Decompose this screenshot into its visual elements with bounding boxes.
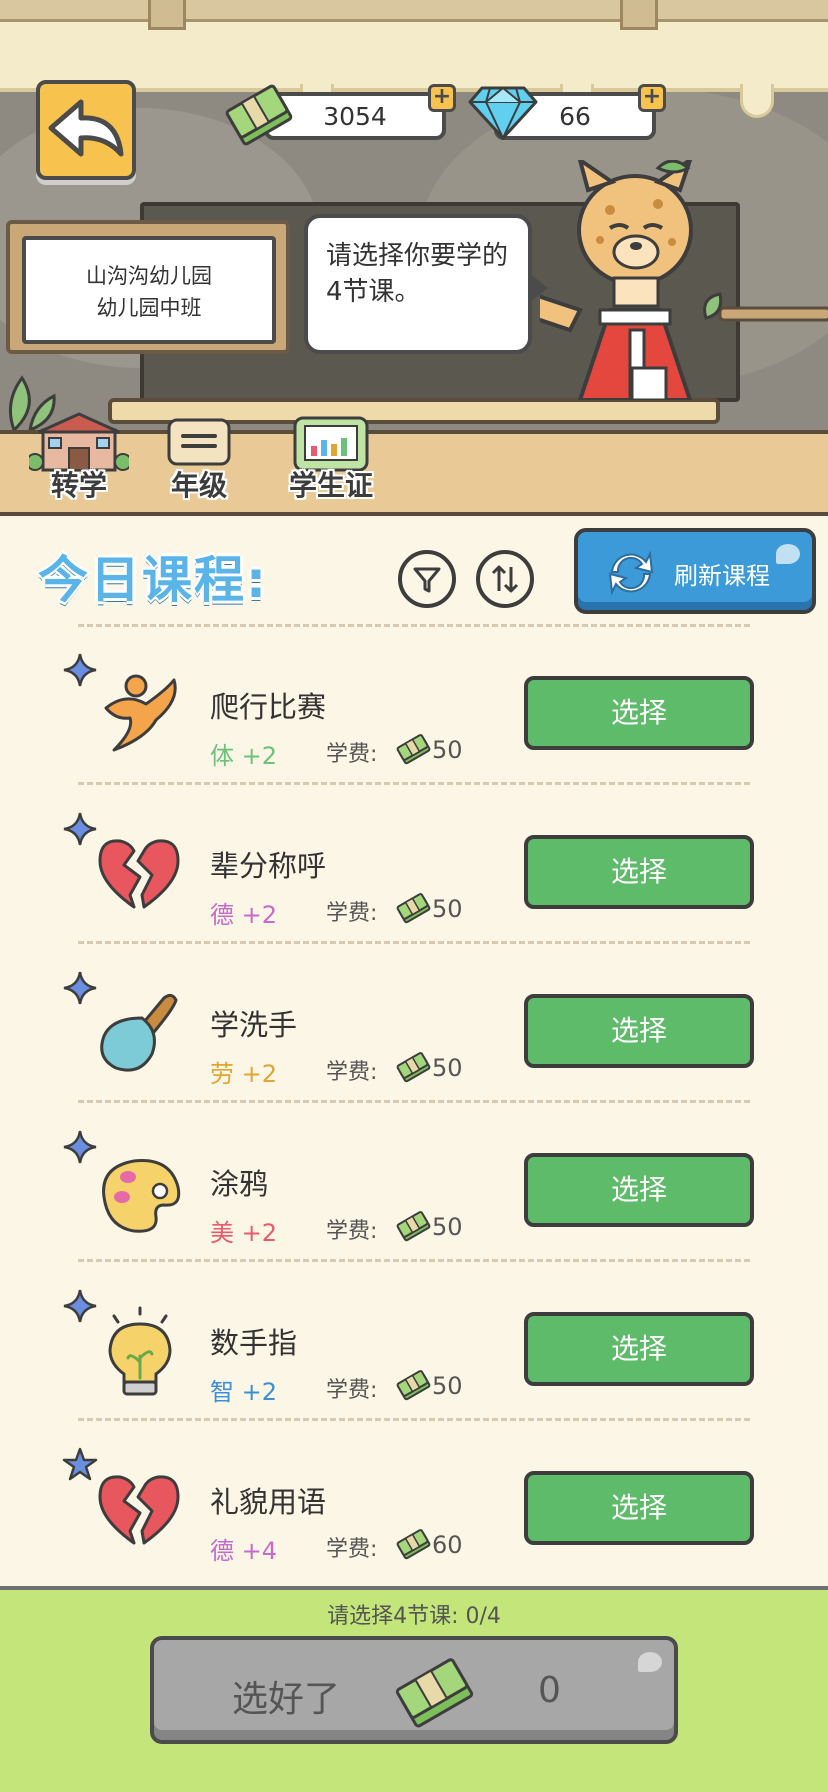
- select-course-button[interactable]: 选择: [524, 1153, 754, 1227]
- diamond-icon: [468, 86, 538, 140]
- running-person-icon: [104, 674, 177, 752]
- select-course-button[interactable]: 选择: [524, 835, 754, 909]
- sparkle-icon: [63, 1130, 97, 1164]
- course-name: 数手指: [210, 1326, 298, 1360]
- course-name: 礼貌用语: [210, 1485, 327, 1519]
- beam-post: [148, 0, 186, 30]
- cash-stack-icon: [395, 1658, 474, 1728]
- cash-stack-icon: [396, 734, 431, 765]
- filter-icon: [413, 567, 441, 593]
- course-fee: 50: [432, 736, 463, 764]
- school-building-icon: [29, 412, 129, 472]
- button-shine: [638, 1652, 662, 1672]
- filter-button[interactable]: [398, 550, 456, 608]
- nav-label: 年级: [170, 469, 227, 502]
- nav-label: 转学: [50, 469, 107, 502]
- refresh-icon: [608, 550, 654, 596]
- course-row-doodle: 涂鸦 美 +2 学费: 50 选择: [0, 1117, 828, 1275]
- cash-stack-icon: [396, 1211, 431, 1242]
- selection-prompt: 请选择4节课: 0/4: [327, 1604, 501, 1629]
- select-course-button[interactable]: 选择: [524, 994, 754, 1068]
- grade-book-icon: [167, 418, 231, 466]
- teacher-speech-bubble: 请选择你要学的4节课。: [304, 214, 548, 354]
- teacher-speech-text: 请选择你要学的4节课。: [326, 241, 509, 307]
- nav-grade[interactable]: 年级: [144, 412, 254, 516]
- beam-post: [620, 0, 658, 30]
- course-stat: 劳 +2: [210, 1060, 278, 1088]
- button-shine: [776, 544, 800, 564]
- total-cost: 0: [538, 1670, 561, 1711]
- select-course-button[interactable]: 选择: [524, 1471, 754, 1545]
- fee-label: 学费:: [326, 742, 378, 767]
- course-fee: 60: [432, 1531, 463, 1559]
- school-name: 山沟沟幼儿园: [86, 264, 212, 288]
- paint-palette-icon: [102, 1159, 181, 1233]
- school-sign: 山沟沟幼儿园 幼儿园中班: [22, 236, 276, 344]
- course-stat: 德 +4: [210, 1537, 278, 1565]
- divider: [78, 624, 750, 627]
- add-money-button[interactable]: +: [428, 84, 456, 112]
- course-stat: 德 +2: [210, 901, 278, 929]
- fee-label: 学费:: [326, 1537, 378, 1562]
- cash-stack-icon: [225, 84, 293, 146]
- shovel-icon: [100, 993, 178, 1072]
- ceiling-beam: [0, 0, 828, 22]
- drip: [740, 84, 774, 118]
- confirm-label: 选好了: [232, 1679, 341, 1720]
- fee-label: 学费:: [326, 1219, 378, 1244]
- course-fee: 50: [432, 1372, 463, 1400]
- course-row-counting-fingers: 数手指 智 +2 学费: 50 选择: [0, 1276, 828, 1434]
- sparkle-icon: [63, 1289, 97, 1323]
- nav-student-card[interactable]: 学生证: [276, 412, 386, 516]
- broken-heart-icon: [98, 1475, 180, 1545]
- select-course-button[interactable]: 选择: [524, 1312, 754, 1386]
- add-gems-button[interactable]: +: [638, 84, 666, 112]
- course-row-kinship-terms: 辈分称呼 德 +2 学费: 50 选择: [0, 799, 828, 957]
- course-fee: 50: [432, 1054, 463, 1082]
- refresh-courses-button[interactable]: 刷新课程: [574, 528, 816, 614]
- sort-button[interactable]: [476, 550, 534, 608]
- select-course-button[interactable]: 选择: [524, 676, 754, 750]
- course-row-polite-words: 礼貌用语 德 +4 学费: 60 选择: [0, 1435, 828, 1593]
- sparkle-icon: [63, 971, 97, 1005]
- course-stat: 体 +2: [210, 742, 278, 770]
- cash-stack-icon: [396, 1052, 431, 1083]
- course-name: 辈分称呼: [210, 849, 327, 883]
- cash-stack-icon: [396, 1370, 431, 1401]
- course-name: 学洗手: [210, 1008, 298, 1042]
- back-arrow-icon: [48, 99, 124, 157]
- fee-label: 学费:: [326, 1378, 378, 1403]
- cash-stack-icon: [396, 1529, 431, 1560]
- money-value: 3054: [323, 101, 387, 131]
- nav-transfer-school[interactable]: 转学: [24, 412, 134, 516]
- course-name: 涂鸦: [210, 1167, 269, 1201]
- cash-stack-icon: [396, 893, 431, 924]
- leaf-icon: [703, 292, 828, 322]
- gem-value: 66: [559, 101, 591, 131]
- course-row-crawling-race: 爬行比赛 体 +2 学费: 50 选择: [0, 640, 828, 798]
- broken-heart-icon: [98, 839, 180, 909]
- course-fee: 50: [432, 1213, 463, 1241]
- panel-title: 今日课程:: [38, 551, 268, 609]
- class-name: 幼儿园中班: [96, 296, 202, 320]
- classroom-scene: 山沟沟幼儿园 幼儿园中班 请选择你要学的4节课。 3054 + 66 + 转学 …: [0, 0, 828, 516]
- student-card-icon: [293, 416, 369, 472]
- course-stat: 智 +2: [210, 1378, 278, 1406]
- course-name: 爬行比赛: [210, 690, 327, 724]
- fee-label: 学费:: [326, 901, 378, 926]
- light-bulb-icon: [108, 1306, 172, 1396]
- fee-label: 学费:: [326, 1060, 378, 1085]
- course-fee: 50: [432, 895, 463, 923]
- sort-icon: [491, 565, 519, 593]
- back-button[interactable]: [36, 80, 136, 180]
- star-icon: [62, 1447, 98, 1481]
- sparkle-icon: [63, 812, 97, 846]
- nav-label: 学生证: [288, 469, 373, 502]
- leopard-teacher-icon: [540, 160, 693, 400]
- refresh-label: 刷新课程: [674, 562, 770, 590]
- course-row-hand-washing: 学洗手 劳 +2 学费: 50 选择: [0, 958, 828, 1116]
- sparkle-icon: [63, 653, 97, 687]
- confirm-selection-button[interactable]: 选好了 0: [150, 1636, 678, 1744]
- course-stat: 美 +2: [210, 1219, 278, 1247]
